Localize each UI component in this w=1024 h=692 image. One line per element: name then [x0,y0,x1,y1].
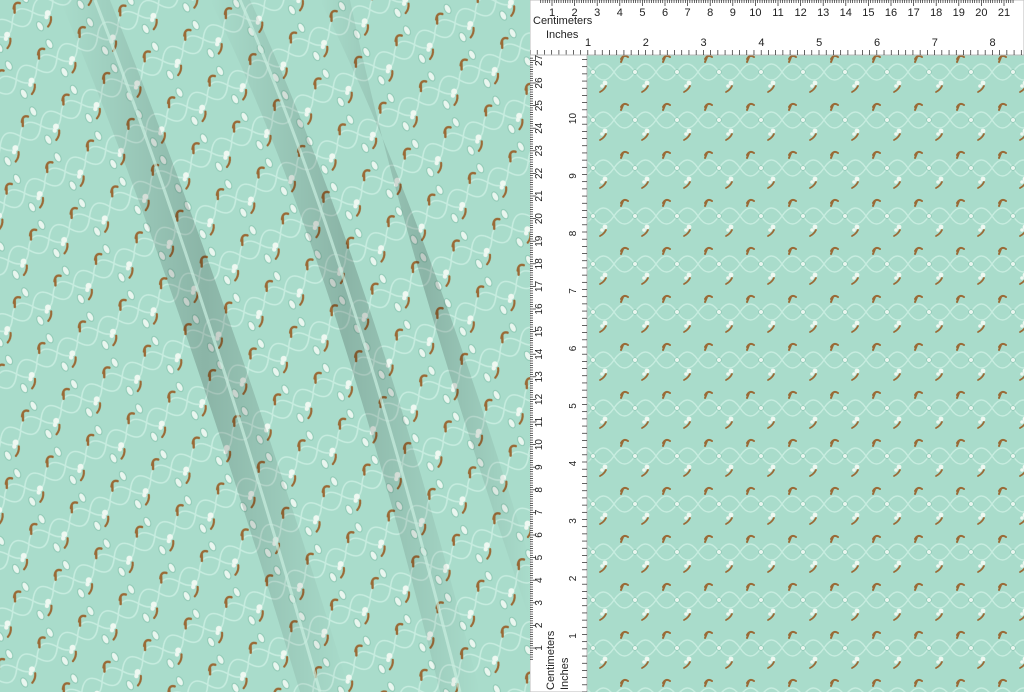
left-ruler-inch-label: 3 [568,518,579,524]
left-ruler-inch-label: 4 [568,460,579,466]
top-ruler-cm-label: 13 [817,7,829,19]
top-ruler-inch-label: 4 [758,37,764,49]
top-ruler-cm-label: 16 [885,7,897,19]
top-ruler-inch-label: 1 [585,37,591,49]
top-ruler-cm-label: 3 [594,7,600,19]
top-ruler-cm-label: 21 [998,7,1010,19]
left-ruler-inch-label: 5 [568,403,579,409]
left-ruler-inch-label: 1 [568,633,579,639]
left-ruler-inch-label: 6 [568,345,579,351]
product-photo: Centimeters Inches 1 2 3 4 5 6 7 8 9 10 11 12 13 14 15… [0,0,1024,692]
top-ruler-cm-label: 19 [953,7,965,19]
top-ruler-inch-label: 8 [990,37,996,49]
draped-fabric-photo [0,0,530,692]
left-ruler: Centimeters Inches 123456789101112131415… [530,54,588,692]
left-ruler-inch-label: 9 [568,173,579,179]
top-ruler-cm-label: 18 [930,7,942,19]
flat-fabric-swatch: Centimeters Inches 1 2 3 4 5 6 7 8 9 10 11 12 13 14 15… [530,0,1024,692]
left-ruler-inch-label: 8 [568,230,579,236]
left-ruler-inch-label: 10 [568,113,579,125]
top-ruler-inch-label: 3 [701,37,707,49]
left-ruler-inch-label: 2 [568,575,579,581]
top-ruler-inch-label: 2 [643,37,649,49]
top-ruler-cm-label: 7 [685,7,691,19]
top-ruler-inch-label: 7 [932,37,938,49]
top-ruler-inch-label: 6 [874,37,880,49]
top-ruler-cm-label: 8 [707,7,713,19]
top-ruler-cm-label: 6 [662,7,668,19]
top-ruler-cm-label: 2 [572,7,578,19]
left-ruler-inches-label: Inches [559,657,571,690]
top-ruler-cm-label: 4 [617,7,623,19]
top-ruler-cm-label: 15 [862,7,874,19]
top-ruler-cm-label: 17 [907,7,919,19]
top-ruler-cm-label: 1 [549,7,555,19]
top-ruler-cm-label: 12 [794,7,806,19]
top-ruler-cm-label: 20 [975,7,987,19]
top-ruler-cm-label: 11 [772,7,783,19]
top-ruler-cm-label: 14 [840,7,852,19]
top-ruler-cm-label: 9 [730,7,736,19]
top-ruler-centimeters-label: Centimeters [533,15,593,27]
left-ruler-centimeters-label: Centimeters [545,630,557,690]
top-ruler-inch-label: 5 [816,37,822,49]
top-ruler-cm-label: 10 [749,7,761,19]
left-ruler-inch-label: 7 [568,288,579,294]
top-ruler-cm-label: 5 [639,7,645,19]
top-ruler-inches-label: Inches [546,29,579,41]
top-ruler: Centimeters Inches 1 2 3 4 5 6 7 8 9 10 11 12 13 14 15… [530,0,1024,56]
